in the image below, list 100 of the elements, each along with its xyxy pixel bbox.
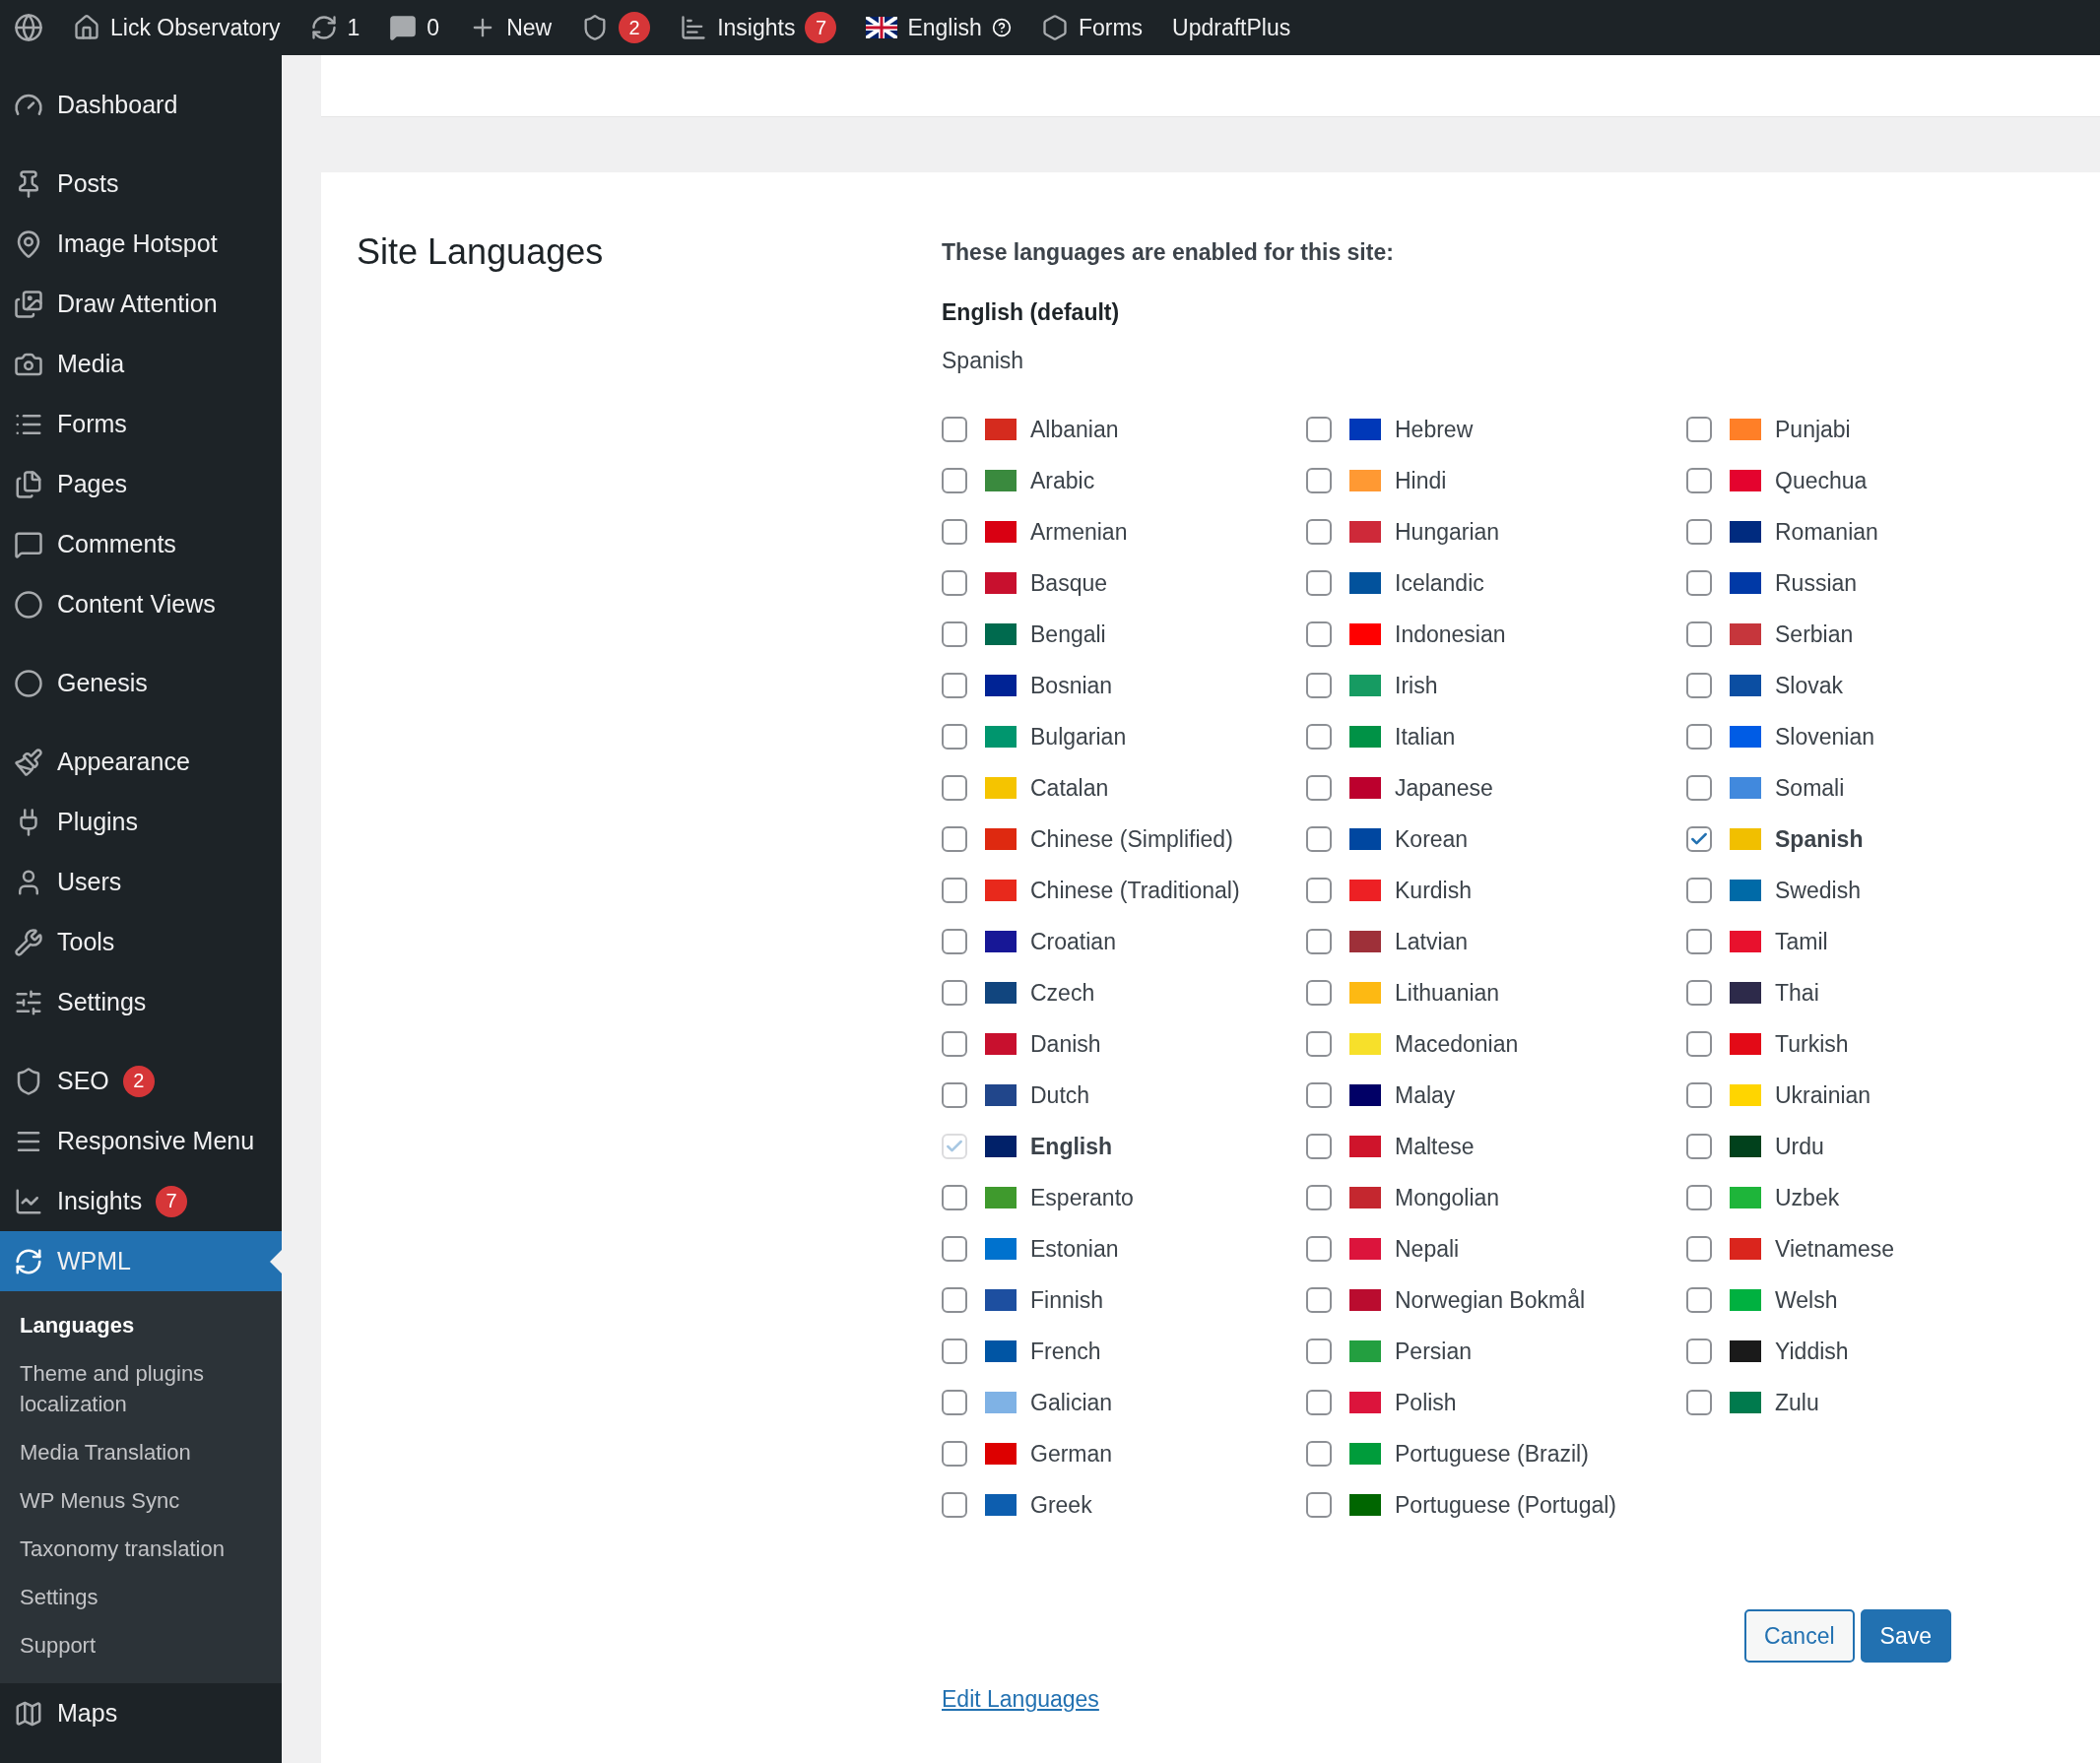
- sidebar-item[interactable]: Tools: [0, 912, 282, 972]
- checkbox[interactable]: [1306, 570, 1332, 596]
- checkbox[interactable]: [1306, 673, 1332, 698]
- checkbox[interactable]: [1306, 1339, 1332, 1364]
- sidebar-item[interactable]: Dashboard: [0, 75, 282, 135]
- checkbox[interactable]: [942, 724, 967, 750]
- checkbox[interactable]: [1686, 724, 1712, 750]
- checkbox[interactable]: [1686, 980, 1712, 1006]
- checkbox[interactable]: [1686, 519, 1712, 545]
- checkbox[interactable]: [1306, 1390, 1332, 1415]
- checkbox[interactable]: [1306, 878, 1332, 903]
- checkbox[interactable]: [1306, 468, 1332, 493]
- sidebar-item[interactable]: Insights 7: [0, 1171, 282, 1231]
- checkbox[interactable]: [1306, 1492, 1332, 1518]
- checkbox[interactable]: [942, 468, 967, 493]
- checkbox[interactable]: [1686, 1185, 1712, 1210]
- checkbox[interactable]: [1306, 775, 1332, 801]
- admin-bar-item[interactable]: UpdraftPlus: [1172, 14, 1291, 41]
- checkbox[interactable]: [1306, 724, 1332, 750]
- checkbox[interactable]: [1686, 417, 1712, 442]
- sidebar-item[interactable]: Image Hotspot: [0, 214, 282, 274]
- checkbox[interactable]: [942, 1185, 967, 1210]
- checkbox[interactable]: [1686, 826, 1712, 852]
- checkbox[interactable]: [942, 980, 967, 1006]
- checkbox[interactable]: [1306, 417, 1332, 442]
- checkbox[interactable]: [942, 1441, 967, 1467]
- submenu-item[interactable]: Media Translation: [0, 1428, 282, 1476]
- checkbox[interactable]: [1306, 1236, 1332, 1262]
- submenu-item[interactable]: Theme and plugins localization: [0, 1349, 282, 1428]
- checkbox[interactable]: [1686, 468, 1712, 493]
- cancel-button[interactable]: Cancel: [1743, 1609, 1855, 1663]
- submenu-item[interactable]: Taxonomy translation: [0, 1525, 282, 1573]
- checkbox[interactable]: [942, 878, 967, 903]
- sidebar-item[interactable]: Settings: [0, 972, 282, 1032]
- checkbox[interactable]: [942, 1492, 967, 1518]
- checkbox[interactable]: [1686, 621, 1712, 647]
- checkbox[interactable]: [1686, 673, 1712, 698]
- checkbox[interactable]: [1306, 1287, 1332, 1313]
- checkbox[interactable]: [942, 519, 967, 545]
- checkbox[interactable]: [942, 673, 967, 698]
- sidebar-item[interactable]: Posts: [0, 154, 282, 214]
- checkbox[interactable]: [1306, 929, 1332, 954]
- globe-icon[interactable]: [14, 13, 43, 42]
- admin-bar-item[interactable]: Forms: [1040, 14, 1144, 41]
- submenu-item[interactable]: Settings: [0, 1573, 282, 1621]
- checkbox[interactable]: [942, 929, 967, 954]
- admin-bar-item[interactable]: English: [866, 14, 1012, 41]
- checkbox[interactable]: [942, 1390, 967, 1415]
- sidebar-item[interactable]: Forms: [0, 394, 282, 454]
- sidebar-item[interactable]: Maps: [0, 1683, 282, 1743]
- admin-bar-item[interactable]: 0: [389, 14, 440, 41]
- checkbox[interactable]: [1306, 621, 1332, 647]
- checkbox[interactable]: [1686, 1287, 1712, 1313]
- sidebar-item[interactable]: Comments: [0, 514, 282, 574]
- checkbox[interactable]: [1686, 1031, 1712, 1057]
- checkbox[interactable]: [942, 1236, 967, 1262]
- checkbox[interactable]: [1686, 929, 1712, 954]
- checkbox[interactable]: [1306, 826, 1332, 852]
- sidebar-item[interactable]: Users: [0, 852, 282, 912]
- checkbox[interactable]: [942, 621, 967, 647]
- admin-bar-item[interactable]: 2: [581, 12, 651, 43]
- checkbox[interactable]: [1686, 1390, 1712, 1415]
- checkbox[interactable]: [942, 417, 967, 442]
- admin-bar-item[interactable]: New: [469, 14, 553, 41]
- checkbox[interactable]: [1306, 980, 1332, 1006]
- checkbox[interactable]: [1686, 775, 1712, 801]
- checkbox[interactable]: [1306, 1082, 1332, 1108]
- checkbox[interactable]: [1686, 1236, 1712, 1262]
- sidebar-item[interactable]: Genesis: [0, 653, 282, 713]
- checkbox[interactable]: [1686, 1082, 1712, 1108]
- sidebar-item[interactable]: Appearance: [0, 732, 282, 792]
- sidebar-item[interactable]: Responsive Menu: [0, 1111, 282, 1171]
- checkbox[interactable]: [942, 1339, 967, 1364]
- checkbox[interactable]: [1306, 1441, 1332, 1467]
- sidebar-item[interactable]: Content Views: [0, 574, 282, 634]
- admin-bar-item[interactable]: 1: [309, 14, 361, 41]
- checkbox[interactable]: [942, 570, 967, 596]
- sidebar-item[interactable]: Plugins: [0, 792, 282, 852]
- checkbox[interactable]: [1686, 1339, 1712, 1364]
- checkbox[interactable]: [942, 1031, 967, 1057]
- sidebar-item[interactable]: SEO 2: [0, 1051, 282, 1111]
- checkbox[interactable]: [942, 775, 967, 801]
- checkbox[interactable]: [1306, 1031, 1332, 1057]
- admin-bar-item[interactable]: Lick Observatory: [73, 14, 281, 41]
- checkbox[interactable]: [942, 1082, 967, 1108]
- save-button[interactable]: Save: [1860, 1609, 1951, 1663]
- checkbox[interactable]: [1306, 1134, 1332, 1159]
- sidebar-item[interactable]: Pages: [0, 454, 282, 514]
- submenu-item[interactable]: Support: [0, 1621, 282, 1669]
- sidebar-item[interactable]: Draw Attention: [0, 274, 282, 334]
- checkbox[interactable]: [942, 1287, 967, 1313]
- submenu-item[interactable]: WP Menus Sync: [0, 1476, 282, 1525]
- checkbox[interactable]: [942, 826, 967, 852]
- checkbox[interactable]: [1686, 570, 1712, 596]
- admin-bar-item[interactable]: Insights 7: [680, 12, 837, 43]
- edit-languages-link[interactable]: Edit Languages: [942, 1686, 1099, 1713]
- sidebar-item[interactable]: WPML: [0, 1231, 282, 1291]
- sidebar-item[interactable]: Media: [0, 334, 282, 394]
- submenu-item[interactable]: Languages: [0, 1301, 282, 1349]
- checkbox[interactable]: [1686, 878, 1712, 903]
